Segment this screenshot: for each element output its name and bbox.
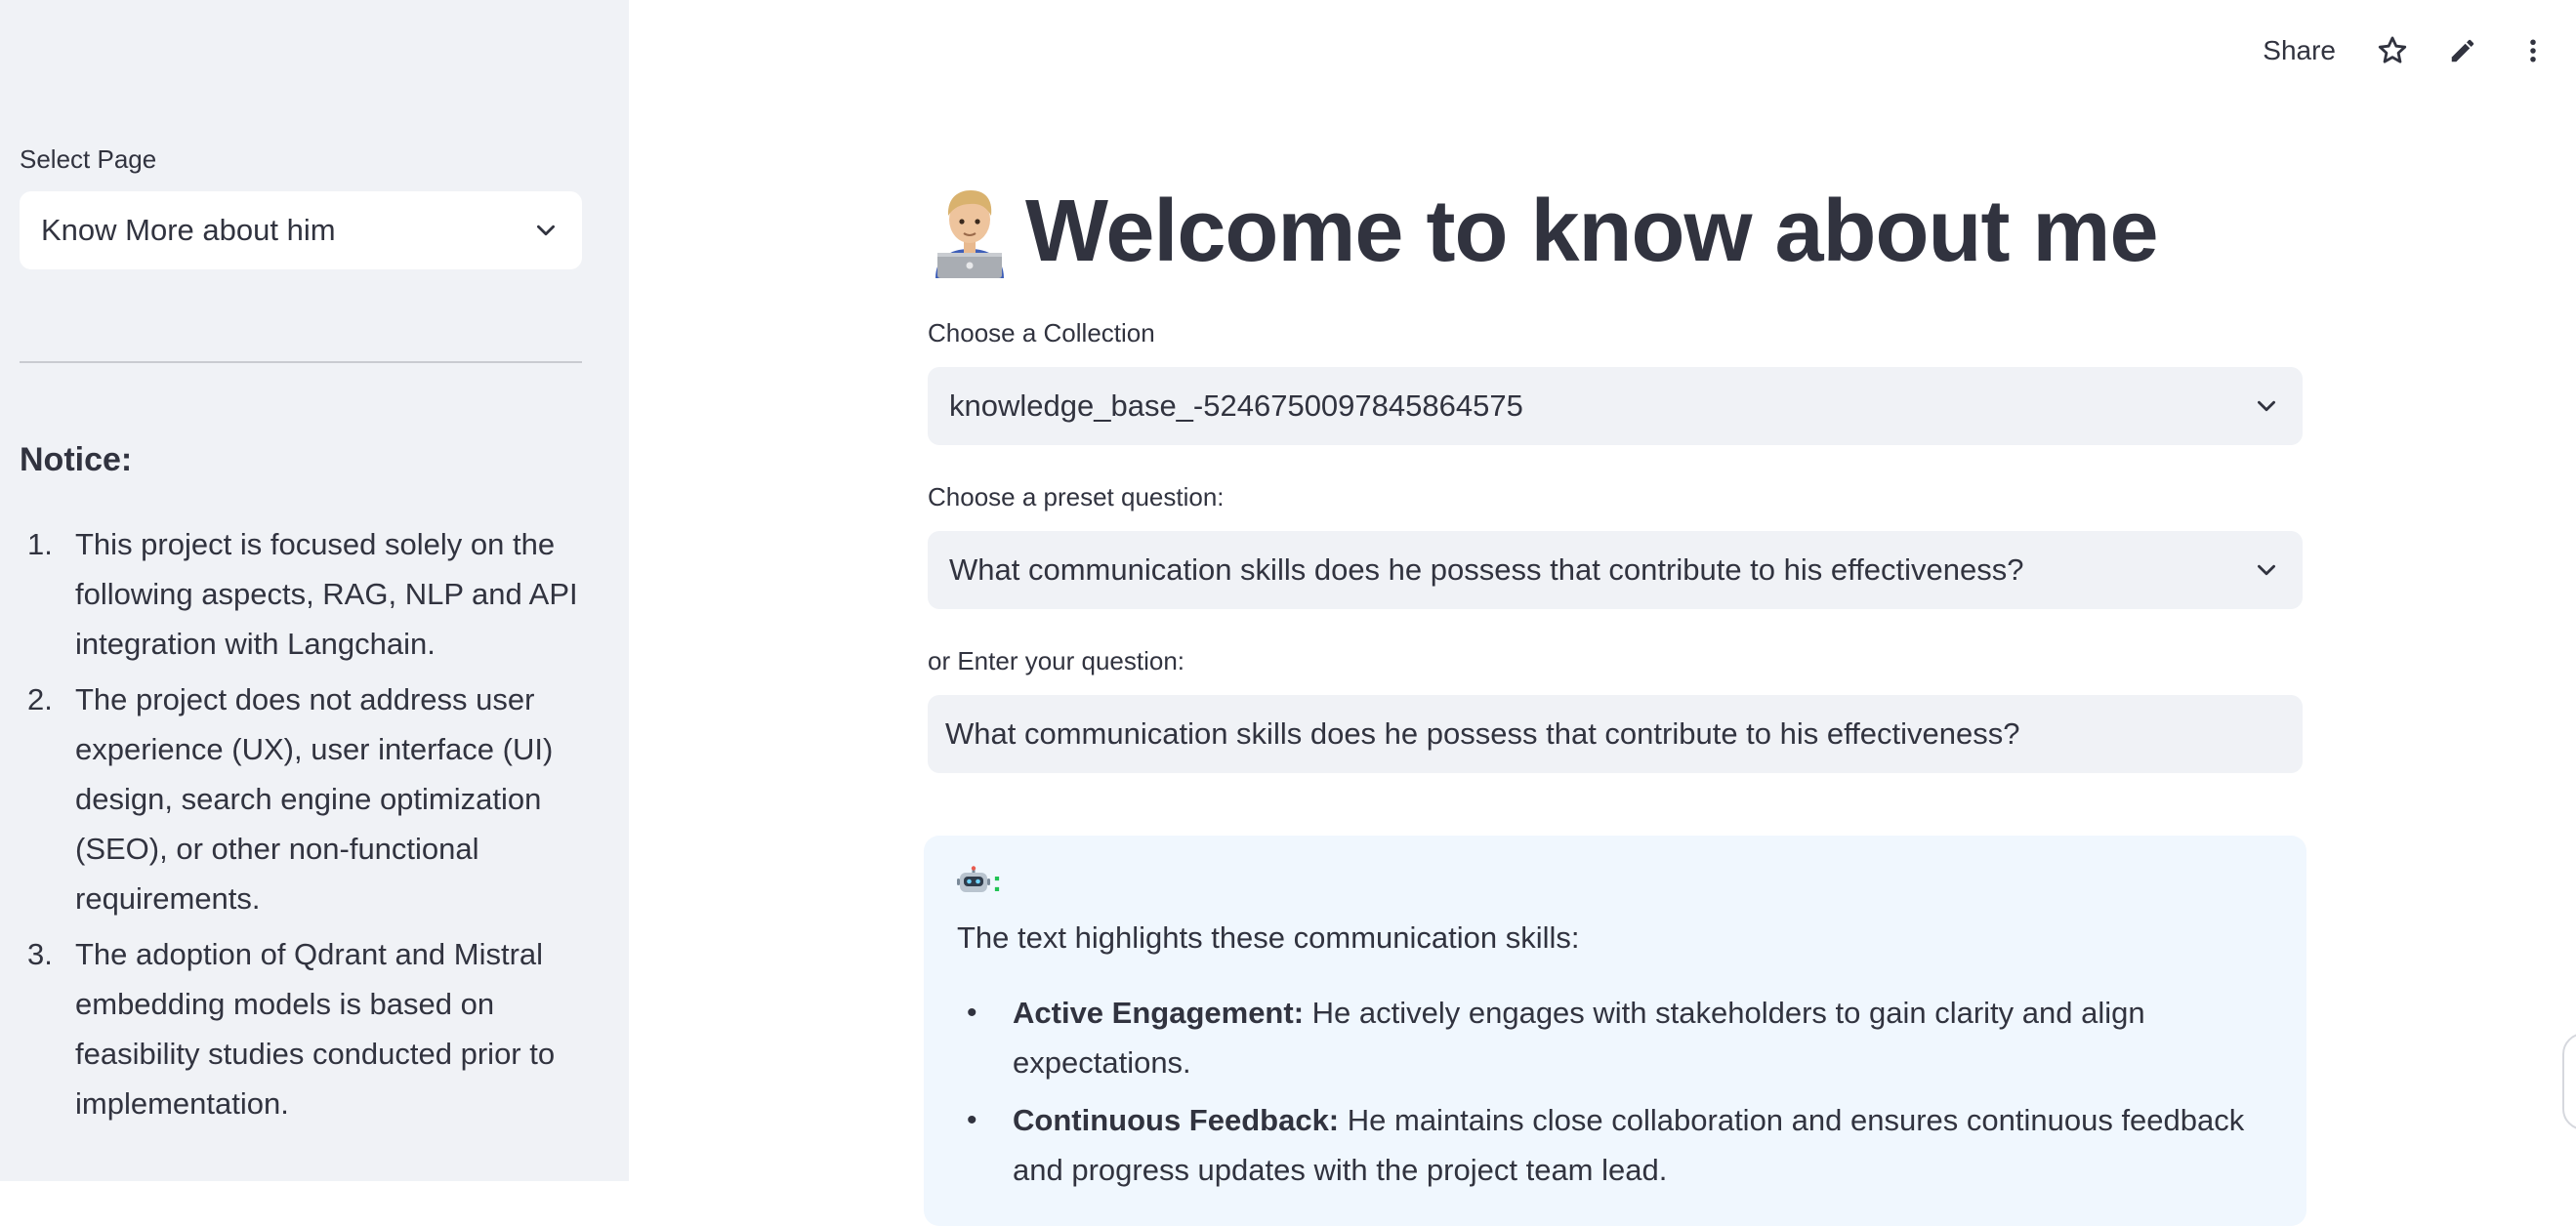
bot-suffix: : [992, 866, 1002, 898]
chevron-down-icon [2252, 391, 2281, 421]
collection-value: knowledge_base_-5246750097845864575 [949, 388, 1523, 423]
sidebar: Select Page Know More about him Notice: … [0, 0, 629, 1181]
share-button[interactable]: Share [2263, 35, 2336, 66]
pencil-icon[interactable] [2443, 31, 2482, 70]
select-page-value: Know More about him [41, 213, 336, 247]
notice-item: 3. The adoption of Qdrant and Mistral em… [20, 929, 586, 1128]
technologist-emoji-icon [928, 184, 1012, 278]
top-toolbar: Share [2263, 23, 2576, 78]
notice-item: 1. This project is focused solely on the… [20, 519, 586, 669]
notice-item: 2. The project does not address user exp… [20, 674, 586, 923]
star-icon[interactable] [2373, 31, 2412, 70]
robot-icon [957, 865, 990, 900]
preset-question-value: What communication skills does he posses… [949, 552, 2024, 587]
notice-text: This project is focused solely on the fo… [75, 527, 578, 661]
collection-select[interactable]: knowledge_base_-5246750097845864575 [928, 367, 2303, 445]
skill-body: Continuous Feedback: He maintains close … [1013, 1095, 2273, 1195]
chevron-down-icon [2252, 555, 2281, 585]
bot-header: : [957, 865, 2273, 900]
sidebar-divider [20, 361, 582, 363]
skill-title: Active Engagement: [1013, 996, 1305, 1030]
chevron-down-icon [531, 216, 561, 245]
skill-item: • Continuous Feedback: He maintains clos… [957, 1095, 2273, 1195]
notice-number: 2. [27, 682, 53, 716]
notice-number: 3. [27, 937, 53, 971]
notice-list: 1. This project is focused solely on the… [20, 519, 586, 1134]
skill-body: Active Engagement: He actively engages w… [1013, 988, 2273, 1087]
main-area: Share Welcome to know about me Choose a … [629, 0, 2576, 1226]
notice-text: The project does not address user experi… [75, 682, 554, 916]
notice-title: Notice: [20, 441, 133, 478]
page-title: Welcome to know about me [1025, 182, 2158, 280]
bullet: • [967, 997, 977, 1029]
preset-question-label: Choose a preset question: [928, 482, 1225, 511]
answer-intro: The text highlights these communication … [957, 920, 1580, 955]
bullet: • [967, 1104, 977, 1136]
notice-number: 1. [27, 527, 53, 561]
skills-list: • Active Engagement: He actively engages… [957, 988, 2273, 1195]
question-input[interactable] [928, 695, 2303, 773]
preset-question-select[interactable]: What communication skills does he posses… [928, 531, 2303, 609]
question-input-label: or Enter your question: [928, 646, 1185, 675]
answer-box: : The text highlights these communicatio… [924, 836, 2306, 1226]
chat-launcher-edge[interactable] [2562, 1033, 2576, 1130]
select-page-label: Select Page [20, 144, 157, 174]
collection-label: Choose a Collection [928, 318, 1155, 347]
skill-item: • Active Engagement: He actively engages… [957, 988, 2273, 1087]
page-title-row: Welcome to know about me [928, 178, 2158, 285]
notice-text: The adoption of Qdrant and Mistral embed… [75, 937, 556, 1121]
more-vertical-icon[interactable] [2514, 31, 2553, 70]
skill-title: Continuous Feedback: [1013, 1103, 1340, 1137]
select-page-dropdown[interactable]: Know More about him [20, 191, 582, 269]
